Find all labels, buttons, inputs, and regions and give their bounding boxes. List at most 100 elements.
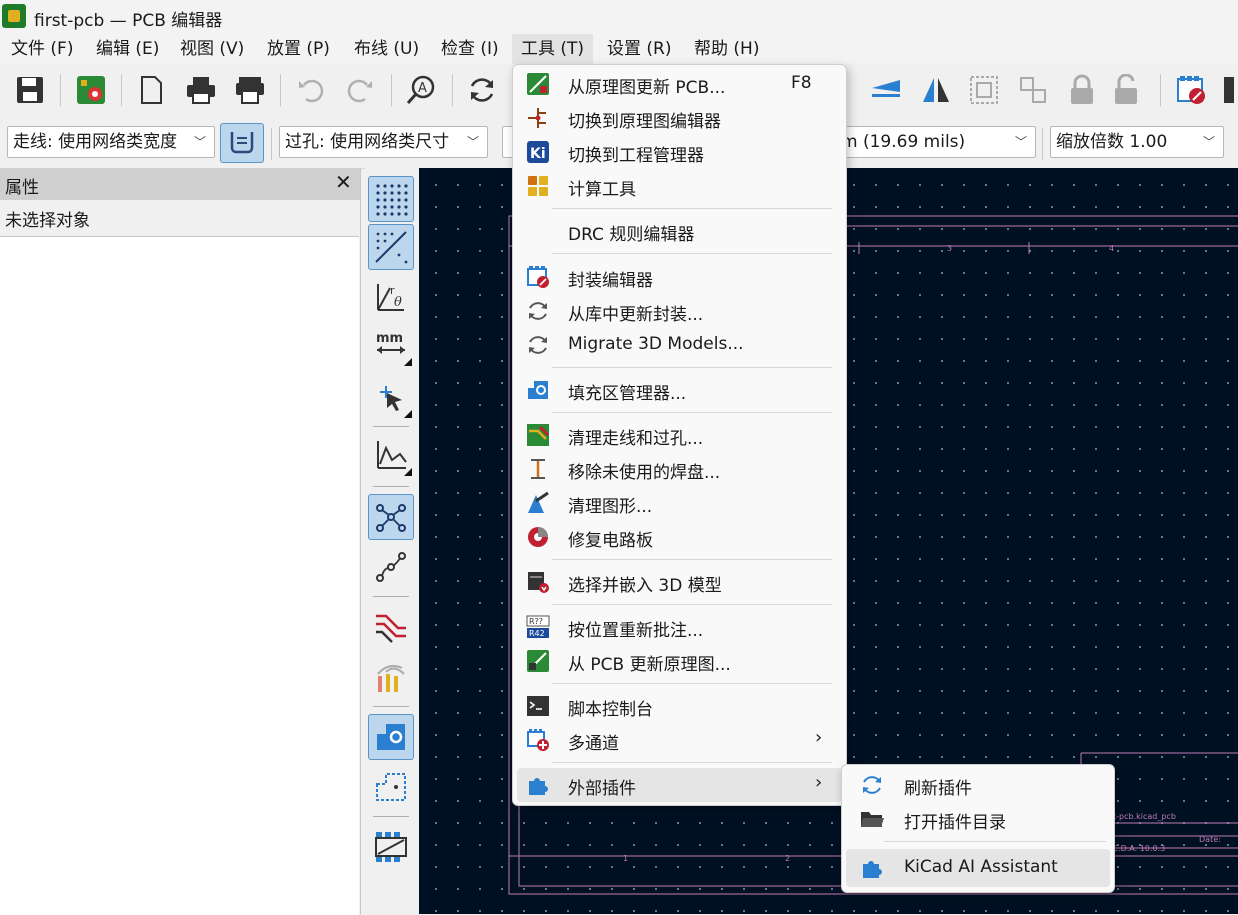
console-icon <box>527 696 549 716</box>
menu-item-label: 刷新插件 <box>904 779 972 799</box>
grid-overrides-icon[interactable] <box>368 224 414 270</box>
curved-ratsnest-icon[interactable] <box>368 544 414 590</box>
menu-calculator-tools[interactable]: 计算工具 <box>517 169 842 203</box>
auto-track-width-button[interactable] <box>220 123 264 163</box>
menu-repair-board[interactable]: 修复电路板 <box>517 520 842 554</box>
toolbar-overflow-icon[interactable] <box>1220 72 1238 108</box>
menu-tools[interactable]: 工具 (T) <box>512 34 594 64</box>
menu-item-label: 打开插件目录 <box>904 813 1006 833</box>
menu-refresh-plugins[interactable]: 刷新插件 <box>846 766 1110 804</box>
footprint-editor-icon[interactable] <box>1173 72 1209 108</box>
menu-kicad-ai-assistant[interactable]: KiCad AI Assistant <box>846 849 1110 887</box>
unlock-icon[interactable] <box>1108 72 1144 108</box>
menu-inspect[interactable]: 检查 (I) <box>432 34 508 64</box>
folder-icon <box>861 812 884 827</box>
grid-toggle-icon[interactable] <box>368 176 414 222</box>
menu-view[interactable]: 视图 (V) <box>171 34 253 64</box>
show-tracks-icon[interactable] <box>368 604 414 650</box>
graph-icon[interactable] <box>368 432 414 478</box>
grid-value: m (19.69 mils) <box>841 132 966 152</box>
find-icon[interactable]: A <box>403 72 439 108</box>
polar-coords-icon[interactable]: rθ <box>368 274 414 320</box>
menu-drc-rule-editor[interactable]: DRC 规则编辑器 <box>517 214 842 248</box>
no-selection-text: 未选择对象 <box>5 211 90 231</box>
cleanup-tracks-icon <box>527 424 550 446</box>
units-mm-icon[interactable]: mm <box>368 322 414 368</box>
menu-external-plugins[interactable]: 外部插件 › <box>517 768 842 802</box>
flip-board-icon[interactable] <box>868 72 904 108</box>
menu-place[interactable]: 放置 (P) <box>258 34 339 64</box>
ratsnest-icon[interactable] <box>368 494 414 540</box>
sheet-col-number: 3 <box>947 244 953 253</box>
redo-icon[interactable] <box>342 72 378 108</box>
save-icon[interactable] <box>12 72 48 108</box>
remove-pads-icon <box>531 459 545 479</box>
menu-bar: 文件 (F) 编辑 (E) 视图 (V) 放置 (P) 布线 (U) 检查 (I… <box>0 34 1238 64</box>
show-pads-icon[interactable] <box>368 654 414 700</box>
menu-update-schematic-from-pcb[interactable]: 从 PCB 更新原理图... <box>517 644 842 678</box>
svg-text:A: A <box>418 81 427 96</box>
close-icon[interactable]: ✕ <box>335 170 352 194</box>
menu-open-plugin-directory[interactable]: 打开插件目录 <box>846 800 1110 838</box>
menu-footprint-editor[interactable]: 封装编辑器 <box>517 260 842 294</box>
refresh-icon[interactable] <box>464 72 500 108</box>
zone-outline-icon[interactable] <box>368 764 414 810</box>
reannotate-icon: R?? R42 <box>526 615 550 638</box>
sheet-col-number: 2 <box>785 854 791 863</box>
menu-scripting-console[interactable]: 脚本控制台 <box>517 689 842 723</box>
puzzle-icon <box>863 861 882 878</box>
sheet-col-number: 4 <box>1109 244 1115 253</box>
left-toolbar: rθ mm <box>365 168 419 914</box>
properties-grid <box>0 236 359 915</box>
multichannel-icon <box>527 729 549 751</box>
menu-multichannel[interactable]: 多通道 › <box>517 723 842 757</box>
update-pcb-icon <box>527 73 549 95</box>
menu-preferences[interactable]: 设置 (R) <box>598 34 680 64</box>
group-icon[interactable] <box>966 72 1002 108</box>
grid-select[interactable]: m (19.69 mils) ﹀ <box>841 126 1036 158</box>
zoom-select[interactable]: 缩放倍数 1.00 ﹀ <box>1050 126 1224 158</box>
menu-item-shortcut: F8 <box>791 73 812 93</box>
menu-zone-manager[interactable]: 填充区管理器... <box>517 373 842 407</box>
menu-cleanup-graphics[interactable]: 清理图形... <box>517 486 842 520</box>
undo-icon[interactable] <box>293 72 329 108</box>
properties-title: 属性 <box>5 178 39 198</box>
plot-icon[interactable] <box>232 72 268 108</box>
menu-select-and-embed-3d-model[interactable]: 选择并嵌入 3D 模型 <box>517 565 842 599</box>
window-title: first-pcb — PCB 编辑器 <box>34 11 223 31</box>
chevron-down-icon: ﹀ <box>1202 135 1215 149</box>
show-zones-icon[interactable] <box>368 714 414 760</box>
menu-item-label: 封装编辑器 <box>568 271 653 291</box>
menu-update-footprints-from-library[interactable]: 从库中更新封装... <box>517 294 842 328</box>
lock-icon[interactable] <box>1064 72 1100 108</box>
print-icon[interactable] <box>183 72 219 108</box>
menu-switch-to-project-manager[interactable]: Ki 切换到工程管理器 <box>517 135 842 169</box>
via-size-select[interactable]: 过孔: 使用网络类尺寸 ﹀ <box>279 126 488 158</box>
menu-cleanup-tracks-and-vias[interactable]: 清理走线和过孔... <box>517 418 842 452</box>
repair-board-icon <box>528 527 548 547</box>
menu-migrate-3d-models[interactable]: Migrate 3D Models... <box>517 328 842 362</box>
menu-remove-unused-pads[interactable]: 移除未使用的焊盘... <box>517 452 842 486</box>
menu-item-label: KiCad AI Assistant <box>904 857 1058 877</box>
menu-switch-to-schematic[interactable]: 切换到原理图编辑器 <box>517 101 842 135</box>
mirror-icon[interactable] <box>918 72 954 108</box>
sheet-date-label: Date: <box>1199 835 1221 844</box>
menu-geographic-reannotate[interactable]: R?? R42 按位置重新批注... <box>517 610 842 644</box>
menu-edit[interactable]: 编辑 (E) <box>87 34 168 64</box>
menu-update-pcb-from-schematic[interactable]: 从原理图更新 PCB... F8 <box>517 67 842 101</box>
menu-route[interactable]: 布线 (U) <box>345 34 428 64</box>
page-settings-icon[interactable] <box>133 72 169 108</box>
track-width-value: 走线: 使用网络类宽度 <box>13 132 178 152</box>
menu-item-label: 选择并嵌入 3D 模型 <box>568 576 722 596</box>
properties-panel: 属性 ✕ 未选择对象 <box>0 168 361 915</box>
cursor-crosshair-icon[interactable] <box>368 374 414 420</box>
menu-help[interactable]: 帮助 (H) <box>685 34 768 64</box>
svg-text:mm: mm <box>376 331 403 346</box>
menu-item-label: 从原理图更新 PCB... <box>568 78 726 98</box>
ungroup-icon[interactable] <box>1015 72 1051 108</box>
footprint-outline-icon[interactable] <box>368 824 414 870</box>
schematic-icon <box>528 108 546 128</box>
board-setup-icon[interactable] <box>73 72 109 108</box>
menu-file[interactable]: 文件 (F) <box>2 34 82 64</box>
track-width-select[interactable]: 走线: 使用网络类宽度 ﹀ <box>7 126 215 158</box>
